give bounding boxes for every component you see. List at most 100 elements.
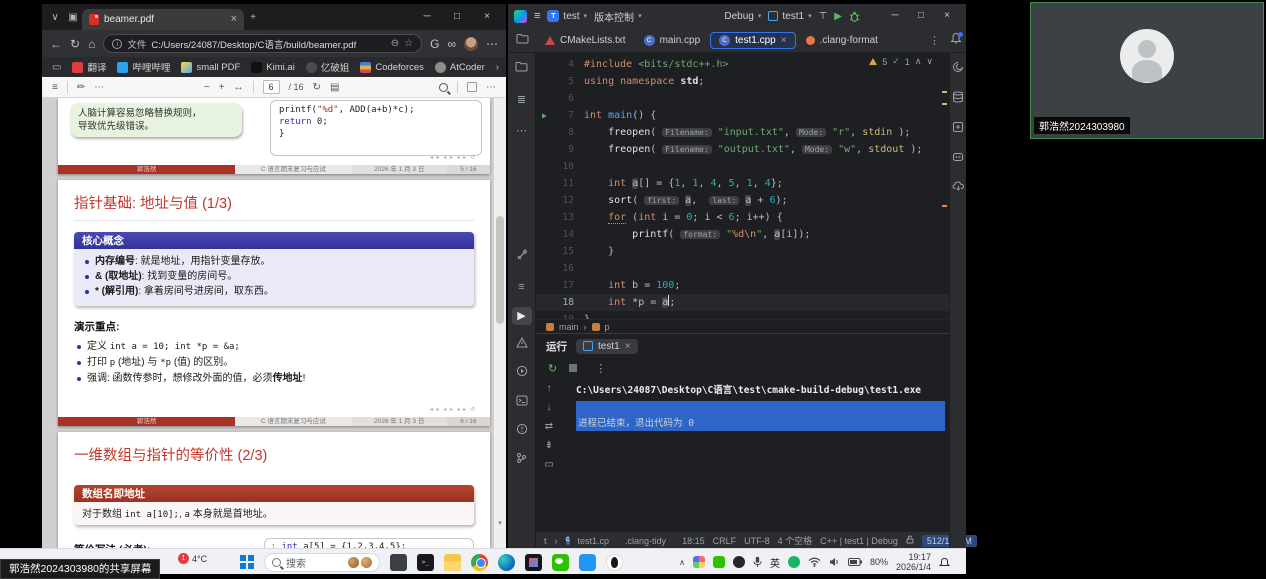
tab-main-cpp[interactable]: C main.cpp bbox=[636, 33, 709, 48]
tab-search-chevron-icon[interactable]: ∨ bbox=[46, 12, 64, 23]
pdf-scrollbar[interactable]: ▾ bbox=[494, 98, 506, 549]
workspaces-icon[interactable]: ▣ bbox=[64, 12, 82, 23]
tray-color-app-icon[interactable] bbox=[693, 556, 705, 568]
editor-line[interactable]: 11 int a[] = {1, 1, 4, 5, 1, 4}; bbox=[536, 175, 949, 192]
main-menu-icon[interactable]: ≡ bbox=[534, 10, 540, 22]
bookmark-item[interactable]: Codeforces bbox=[360, 62, 424, 73]
tab-clang-format[interactable]: .clang-format bbox=[798, 33, 886, 48]
build-tool-icon[interactable] bbox=[512, 249, 532, 267]
bookmarks-icon[interactable] bbox=[952, 121, 964, 136]
page-info-icon[interactable]: i bbox=[112, 39, 122, 49]
pdf-more-icon[interactable]: ⋯ bbox=[486, 82, 496, 93]
services-tool-icon[interactable] bbox=[512, 365, 532, 383]
bookmark-item[interactable]: AtCoder bbox=[435, 62, 485, 73]
tray-green-app-icon[interactable] bbox=[788, 556, 800, 568]
save-icon[interactable] bbox=[467, 82, 477, 92]
taskbar-search-box[interactable]: 搜索 bbox=[264, 553, 380, 572]
split-screen-icon[interactable]: ∞ bbox=[447, 37, 456, 51]
speaker-icon[interactable] bbox=[829, 557, 840, 567]
status-file-name[interactable]: test1.cp bbox=[578, 536, 610, 546]
bookmarks-overflow-icon[interactable]: › bbox=[496, 62, 499, 73]
pdf-search-icon[interactable] bbox=[439, 83, 448, 92]
wifi-icon[interactable] bbox=[808, 557, 821, 567]
fit-width-icon[interactable]: ↔ bbox=[234, 82, 244, 93]
bookmark-item[interactable]: small PDF bbox=[181, 62, 240, 73]
bookmark-item[interactable]: 哔哩哔哩 bbox=[117, 60, 170, 74]
ide-minimize-button[interactable]: ─ bbox=[882, 4, 908, 28]
problems-tool-icon[interactable] bbox=[512, 336, 532, 354]
status-clang-tidy[interactable]: .clang-tidy bbox=[625, 536, 666, 546]
status-indent[interactable]: 4 个空格 bbox=[778, 534, 813, 547]
editor-line[interactable]: 16 bbox=[536, 260, 949, 277]
scroll-down-icon[interactable]: ↓ bbox=[547, 402, 552, 413]
stop-icon[interactable] bbox=[569, 364, 577, 372]
editor-line[interactable]: 13 for (int i = 0; i < 6; i++) { bbox=[536, 209, 949, 226]
tray-expand-icon[interactable]: ∧ bbox=[679, 558, 685, 567]
sidebar-toggle-icon[interactable]: ▭ bbox=[52, 62, 61, 73]
ai-assistant-icon[interactable] bbox=[952, 61, 964, 76]
rotate-icon[interactable]: ↻ bbox=[313, 82, 321, 93]
scroll-up-icon[interactable]: ↑ bbox=[547, 383, 552, 394]
editor-line[interactable]: 6 bbox=[536, 90, 949, 107]
project-folder-icon[interactable] bbox=[508, 31, 536, 49]
editor-line[interactable]: 14 printf( format: "%d\n", a[i]); bbox=[536, 226, 949, 243]
status-breadcrumb-prefix[interactable]: t bbox=[544, 536, 547, 546]
profiler-icon[interactable]: ⊤ bbox=[819, 11, 828, 22]
back-icon[interactable]: ← bbox=[50, 37, 62, 51]
run-tab-close-icon[interactable]: × bbox=[625, 341, 631, 352]
status-encoding[interactable]: UTF-8 bbox=[744, 536, 770, 546]
battery-icon[interactable] bbox=[848, 558, 862, 566]
todo-tool-icon[interactable]: ≡ bbox=[512, 278, 532, 296]
pdf-view[interactable]: 人脑计算容易忽略替换规则， 导致优先级错误。 printf("%d", ADD(… bbox=[42, 98, 506, 549]
taskbar-weather-widget[interactable]: 1 4°C bbox=[178, 553, 207, 564]
tab-cmakelists[interactable]: CMakeLists.txt bbox=[537, 33, 634, 48]
ide-maximize-button[interactable]: □ bbox=[908, 4, 934, 28]
browser-extension-g-icon[interactable]: G bbox=[430, 37, 439, 51]
cloud-download-icon[interactable] bbox=[952, 180, 965, 194]
zoom-out-icon[interactable]: − bbox=[204, 82, 210, 93]
taskbar-widgets-icon[interactable] bbox=[390, 554, 407, 571]
browser-tab[interactable]: beamer.pdf × bbox=[82, 9, 244, 30]
status-line-separator[interactable]: CRLF bbox=[713, 536, 737, 546]
browser-close-button[interactable]: × bbox=[472, 4, 502, 30]
pdf-more-tools-icon[interactable]: ⋯ bbox=[94, 82, 104, 93]
run-console[interactable]: C:\Users\24087\Desktop\C语言\test\cmake-bu… bbox=[562, 378, 949, 531]
editor-line[interactable]: 15 } bbox=[536, 243, 949, 260]
terminal-tool-icon[interactable] bbox=[512, 394, 532, 412]
editor-line[interactable]: 5using namespace std; bbox=[536, 73, 949, 90]
taskbar-chrome-icon[interactable] bbox=[471, 554, 488, 571]
lock-icon[interactable] bbox=[906, 535, 914, 546]
more-tools-icon[interactable]: ⋯ bbox=[512, 122, 532, 140]
tab-close-icon[interactable]: × bbox=[781, 35, 787, 46]
ime-indicator[interactable]: 英 bbox=[770, 555, 780, 570]
editor-line[interactable]: 9 freopen( Filename: "output.txt", Mode:… bbox=[536, 141, 949, 158]
page-number-input[interactable] bbox=[263, 80, 280, 94]
editor-line[interactable]: 12 sort( first: a, last: a + 6); bbox=[536, 192, 949, 209]
toc-icon[interactable]: ≡ bbox=[52, 82, 58, 93]
editor-line[interactable]: 18 int *p = a; bbox=[536, 294, 949, 311]
prev-issue-icon[interactable]: ∧ bbox=[915, 56, 922, 67]
chat-robot-icon[interactable] bbox=[952, 151, 964, 165]
ide-close-button[interactable]: × bbox=[934, 4, 960, 28]
tab-test1-cpp[interactable]: C test1.cpp × bbox=[710, 32, 795, 49]
refresh-icon[interactable]: ↻ bbox=[70, 37, 80, 51]
run-gutter-icon[interactable]: ▶ bbox=[542, 107, 547, 124]
editor-line[interactable]: 8 freopen( Filename: "input.txt", Mode: … bbox=[536, 124, 949, 141]
editor-line[interactable]: 17 int b = 100; bbox=[536, 277, 949, 294]
next-issue-icon[interactable]: ∨ bbox=[926, 56, 933, 67]
bookmark-item[interactable]: 翻译 bbox=[72, 60, 106, 74]
status-context[interactable]: C++ | test1 | Debug bbox=[820, 536, 898, 546]
new-tab-button[interactable]: + bbox=[244, 12, 262, 23]
tray-qq-icon[interactable] bbox=[733, 556, 745, 568]
tab-close-icon[interactable]: × bbox=[231, 13, 237, 25]
database-icon[interactable] bbox=[952, 91, 964, 106]
project-widget[interactable]: T test▾ bbox=[547, 10, 587, 22]
run-tool-icon[interactable]: ▶ bbox=[512, 307, 532, 325]
taskbar-blue-app-icon[interactable] bbox=[579, 554, 596, 571]
scroll-down-icon[interactable]: ▾ bbox=[494, 519, 506, 527]
debug-button[interactable] bbox=[849, 11, 860, 22]
editor-line[interactable]: 10 bbox=[536, 158, 949, 175]
structure-tool-icon[interactable]: ≣ bbox=[512, 91, 532, 109]
editor-scrollbar[interactable] bbox=[939, 53, 949, 319]
inspections-widget[interactable]: 5 ✓ 1 ∧ ∨ bbox=[869, 56, 933, 67]
